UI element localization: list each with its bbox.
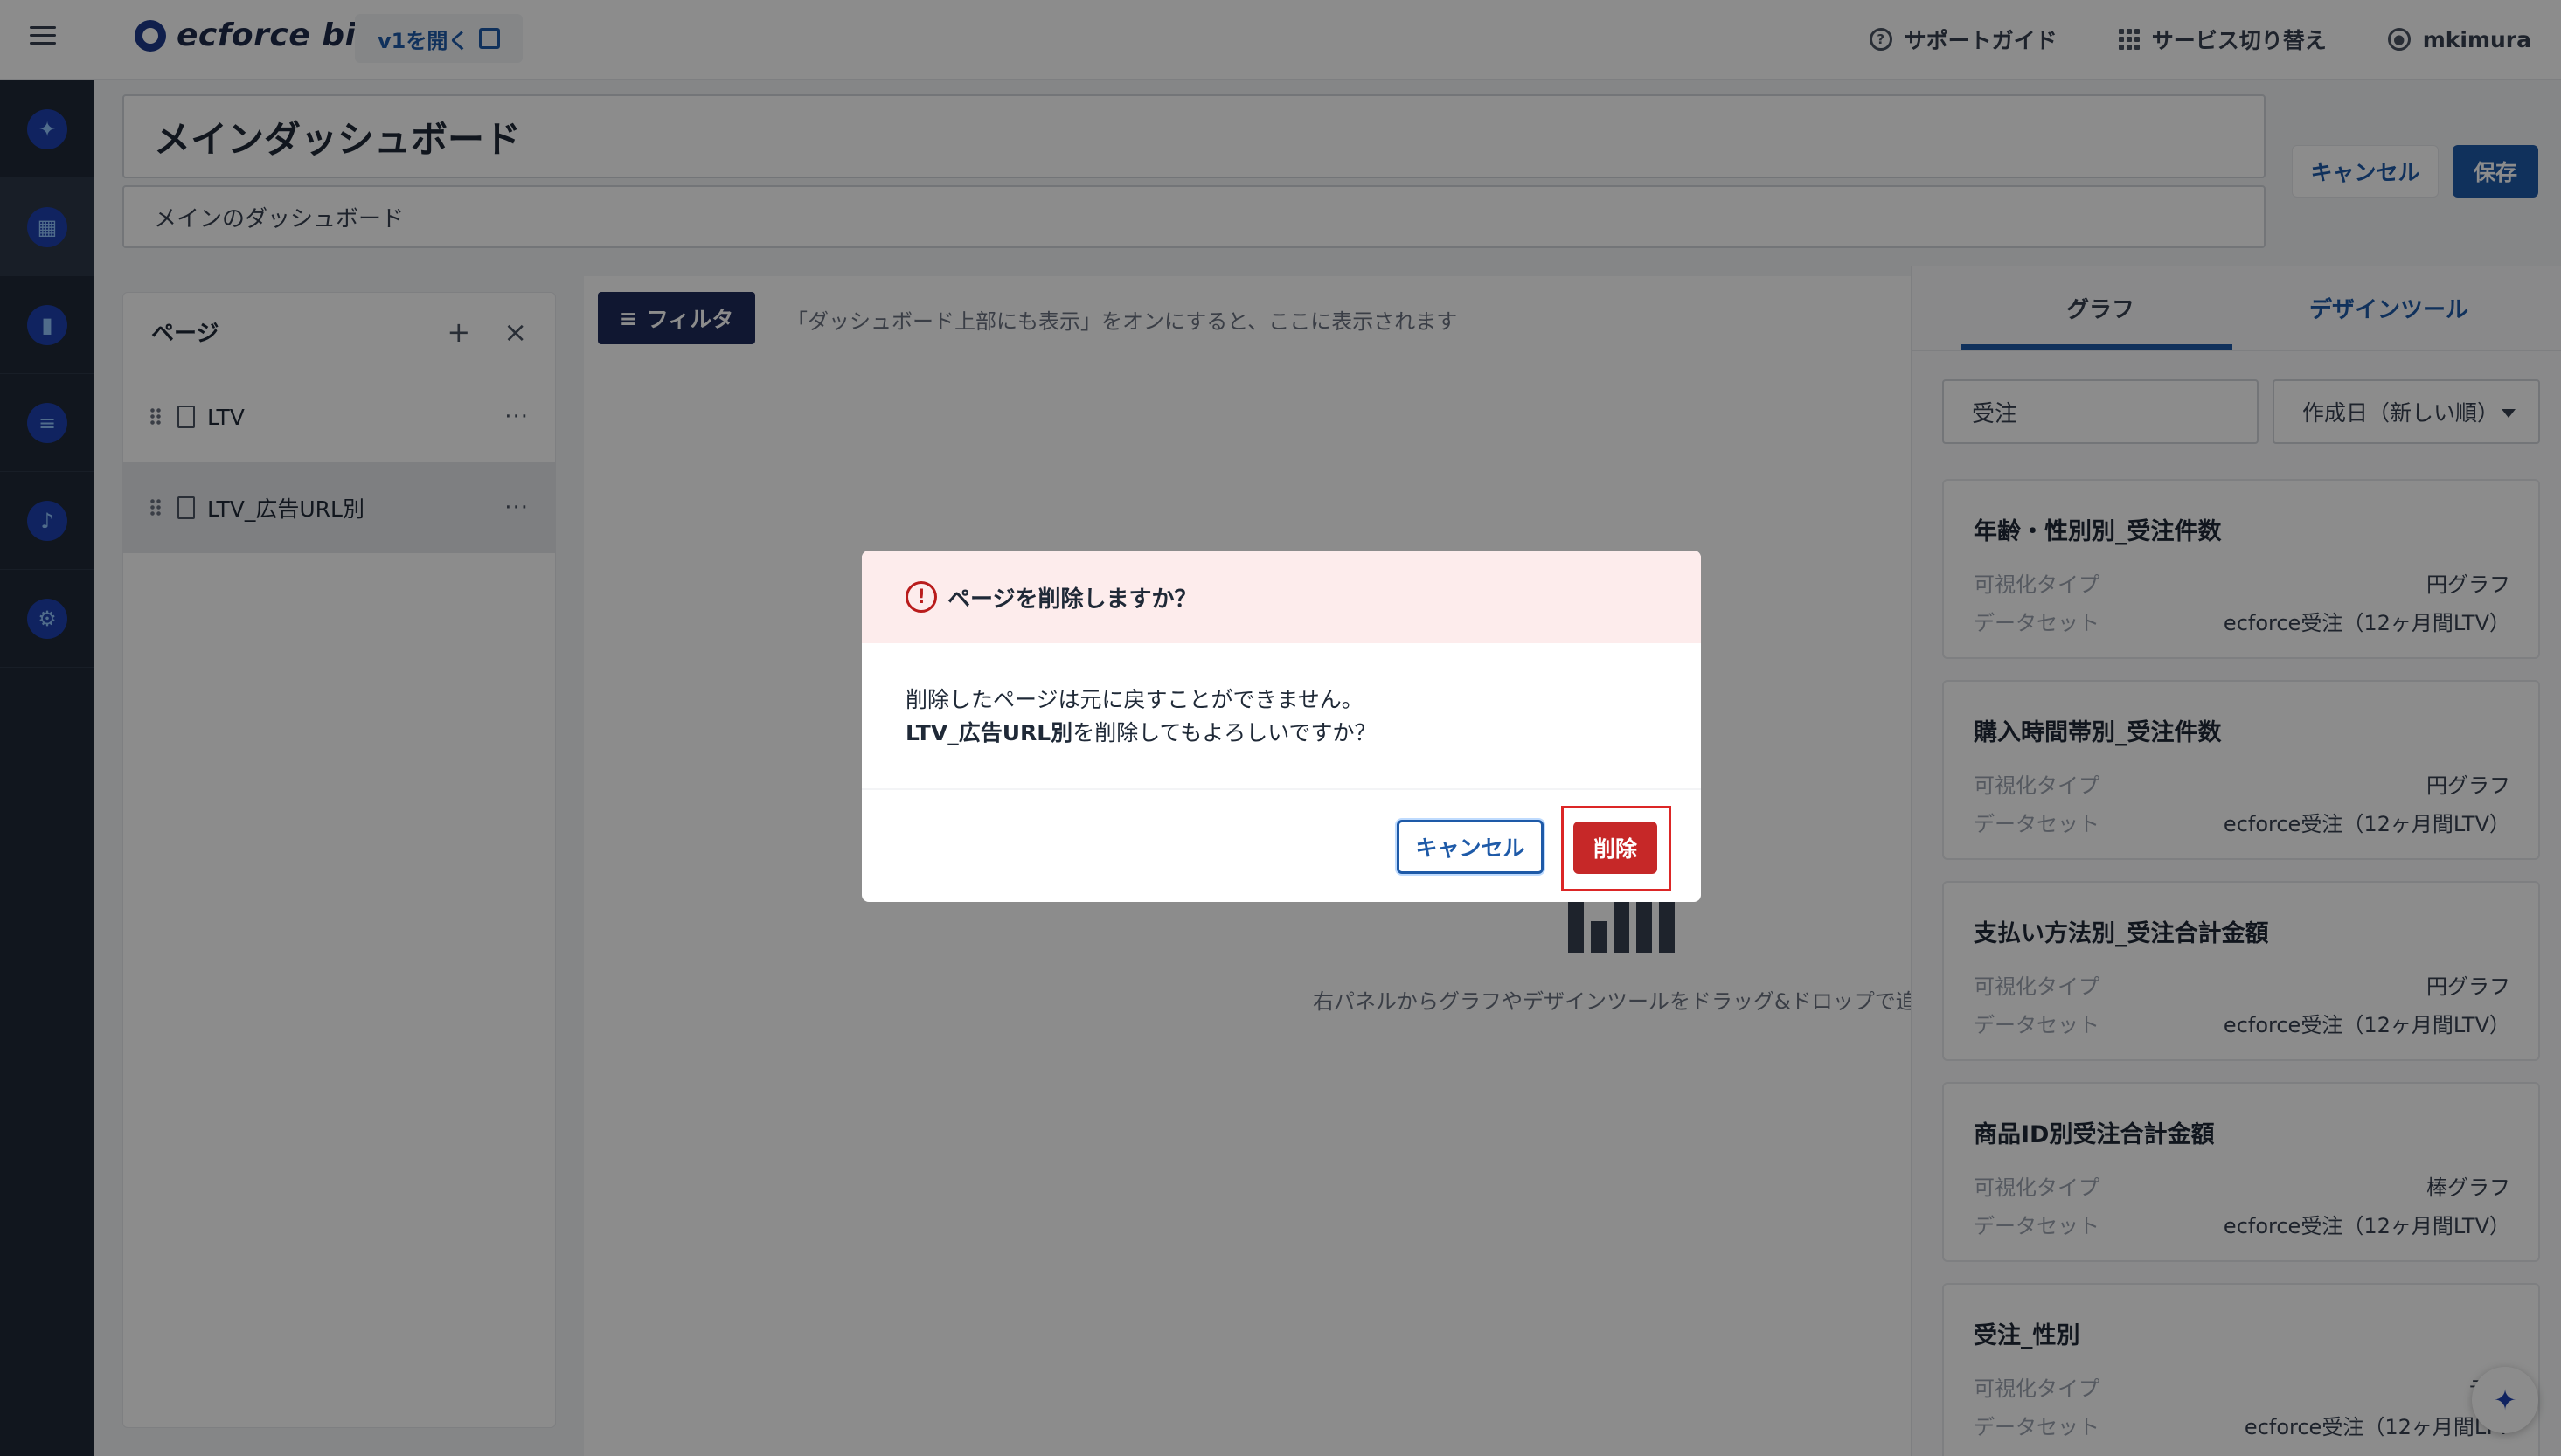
dialog-message-line2: LTV_広告URL別を削除してもよろしいですか？ — [906, 717, 1657, 750]
dialog-body: 削除したページは元に戻すことができません。 LTV_広告URL別を削除してもよろ… — [862, 643, 1701, 790]
dialog-message-suffix: を削除してもよろしいですか？ — [1072, 720, 1377, 745]
warning-icon: ! — [906, 581, 937, 613]
dialog-page-name: LTV_広告URL別 — [906, 720, 1073, 745]
delete-page-dialog: ! ページを削除しますか？ 削除したページは元に戻すことができません。 LTV_… — [862, 551, 1701, 902]
dialog-message-line1: 削除したページは元に戻すことができません。 — [906, 687, 1364, 712]
dialog-delete-button[interactable]: 削除 — [1573, 822, 1657, 874]
dialog-cancel-button[interactable]: キャンセル — [1397, 820, 1544, 874]
dialog-title: ページを削除しますか？ — [947, 586, 1197, 613]
